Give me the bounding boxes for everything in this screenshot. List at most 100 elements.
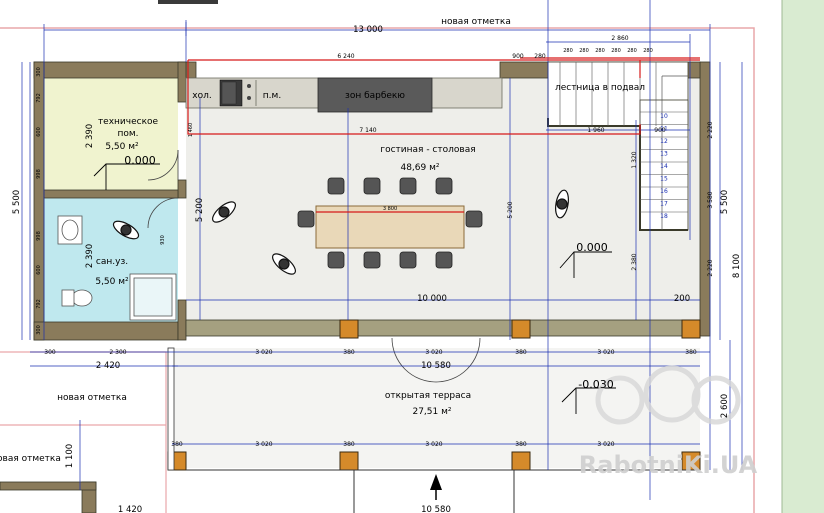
step-number-17: 17 [660,201,668,208]
dim-total-depth-left: 5 500 [12,190,22,214]
tech-room-label-2: пом. [117,129,138,139]
dim-stair-run: 2 860 [611,35,628,42]
dim-seg-3020-d: 3 020 [255,441,272,448]
tread-dim-1: 280 [579,48,589,54]
dim-seg-200: 200 [674,294,690,304]
dim-seg-3020-a: 3 020 [255,349,272,356]
dim-total-width: 13 000 [353,25,383,35]
living-level: 0.000 [576,241,608,254]
step-number-14: 14 [660,163,668,170]
living-name: гостиная - столовая [380,145,475,155]
dim-seg-792-b: 792 [36,299,42,309]
dim-seg-300-c: 300 [36,325,42,335]
dim-seg-300-a: 300 [44,349,56,356]
stair-step-numbers: 10 11 12 13 14 15 16 17 18 [660,113,668,220]
chair-top-3 [435,177,453,195]
dim-seg-380-a: 380 [343,349,355,356]
dim-full-depth: 8 100 [732,254,742,278]
tread-dim-4: 280 [627,48,637,54]
dim-terrace-width: 10 580 [421,361,451,371]
dim-left-width: 2 420 [96,361,120,371]
dim-seg-380-e: 380 [343,441,355,448]
dim-seg-900-a: 900 [512,53,524,60]
ground-level-left: новая отметка [57,393,127,403]
watermark-text: RabotniKi.UA [579,451,758,479]
dim-total-depth-right: 5 500 [720,190,730,214]
fridge-label: хол. [192,91,211,101]
tech-room-label-1: техническое [98,117,159,127]
dim-seg-998-b: 998 [36,231,42,241]
floor-plan: новая отметка новая отметка новая отметк… [0,0,824,513]
dim-stair-landing-depth: 1 320 [631,151,638,168]
dim-seg-380-f: 380 [515,441,527,448]
chair-right [465,210,483,228]
dim-kitchen-run: 6 240 [337,53,354,60]
dim-right-width: 10 000 [417,294,447,304]
bathroom-area: 5,50 м² [95,277,129,287]
chair-top-2 [399,177,417,195]
stairs-label: лестница в подвал [555,83,645,93]
chair-left [297,210,315,228]
dim-terrace-width-bottom: 10 580 [421,505,451,513]
dim-seg-600-b: 600 [36,265,42,275]
dim-seg-380-b: 380 [515,349,527,356]
dim-seg-1460: 1 460 [188,123,194,137]
step-number-10: 10 [660,113,668,120]
ground-level-top: новая отметка [441,17,511,27]
tread-dim-5: 280 [643,48,653,54]
dim-seg-600-a: 600 [36,127,42,137]
step-number-15: 15 [660,176,668,183]
dim-seg-792-a: 792 [36,93,42,103]
dim-tech-room-depth: 2 390 [85,124,95,148]
dim-stair-flight-2: 3 580 [707,191,714,208]
dim-stair-depth-2: 2 220 [707,259,714,276]
dim-stair-landing: 1 960 [587,127,604,134]
dim-seg-380-c: 380 [685,349,697,356]
dim-tech-inner-width: 2 300 [109,349,126,356]
dim-stair-depth: 2 220 [707,121,714,138]
step-number-12: 12 [660,138,668,145]
terrace-name: открытая терраса [385,391,471,401]
ground-level-bottom: новая отметка [0,454,61,464]
chair-bottom-2 [399,251,417,269]
dim-seg-998-a: 998 [36,169,42,179]
step-number-13: 13 [660,151,668,158]
chair-top-0 [327,177,345,195]
counter-label: п.м. [263,91,281,101]
dim-stair-flight: 2 380 [631,253,638,270]
bbq-zone-label: зон барбекю [345,91,405,101]
dim-offset-1100: 1 100 [65,444,75,468]
chair-top-1 [363,177,381,195]
step-number-11: 11 [660,126,668,133]
dim-living-depth: 5 200 [195,198,205,222]
tech-room-floor [44,78,178,190]
living-area: 48,69 м² [400,163,439,173]
chair-bottom-3 [435,251,453,269]
tread-dim-2: 280 [595,48,605,54]
dim-seg-280: 280 [534,53,546,60]
dim-kitchen-inner: 7 140 [359,127,376,134]
chair-bottom-1 [363,251,381,269]
tread-dim-0: 280 [563,48,573,54]
dim-seg-3020-b: 3 020 [425,349,442,356]
dim-seg-3020-e: 3 020 [425,441,442,448]
terrace-area: 27,51 м² [412,407,451,417]
dim-table-length: 3 800 [383,206,397,212]
dim-seg-3020-c: 3 020 [597,349,614,356]
dim-seg-3020-f: 3 020 [597,441,614,448]
tech-room-level: 0.000 [124,154,156,167]
dim-seg-380-d: 380 [171,441,183,448]
bathroom-name: сан.уз. [96,257,128,267]
tread-dim-3: 280 [611,48,621,54]
dim-left-bottom: 1 420 [118,505,142,513]
dim-seg-300-b: 300 [36,67,42,77]
dim-living-depth-2: 5 200 [507,201,514,218]
dim-seg-930: 930 [160,235,166,245]
right-margin-green [782,0,824,513]
tech-room-area: 5,50 м² [105,142,139,152]
step-number-16: 16 [660,188,668,195]
dim-terrace-depth: 2 600 [720,394,730,418]
step-number-18: 18 [660,213,668,220]
terrace-level: -0.030 [578,378,613,391]
chair-bottom-0 [327,251,345,269]
